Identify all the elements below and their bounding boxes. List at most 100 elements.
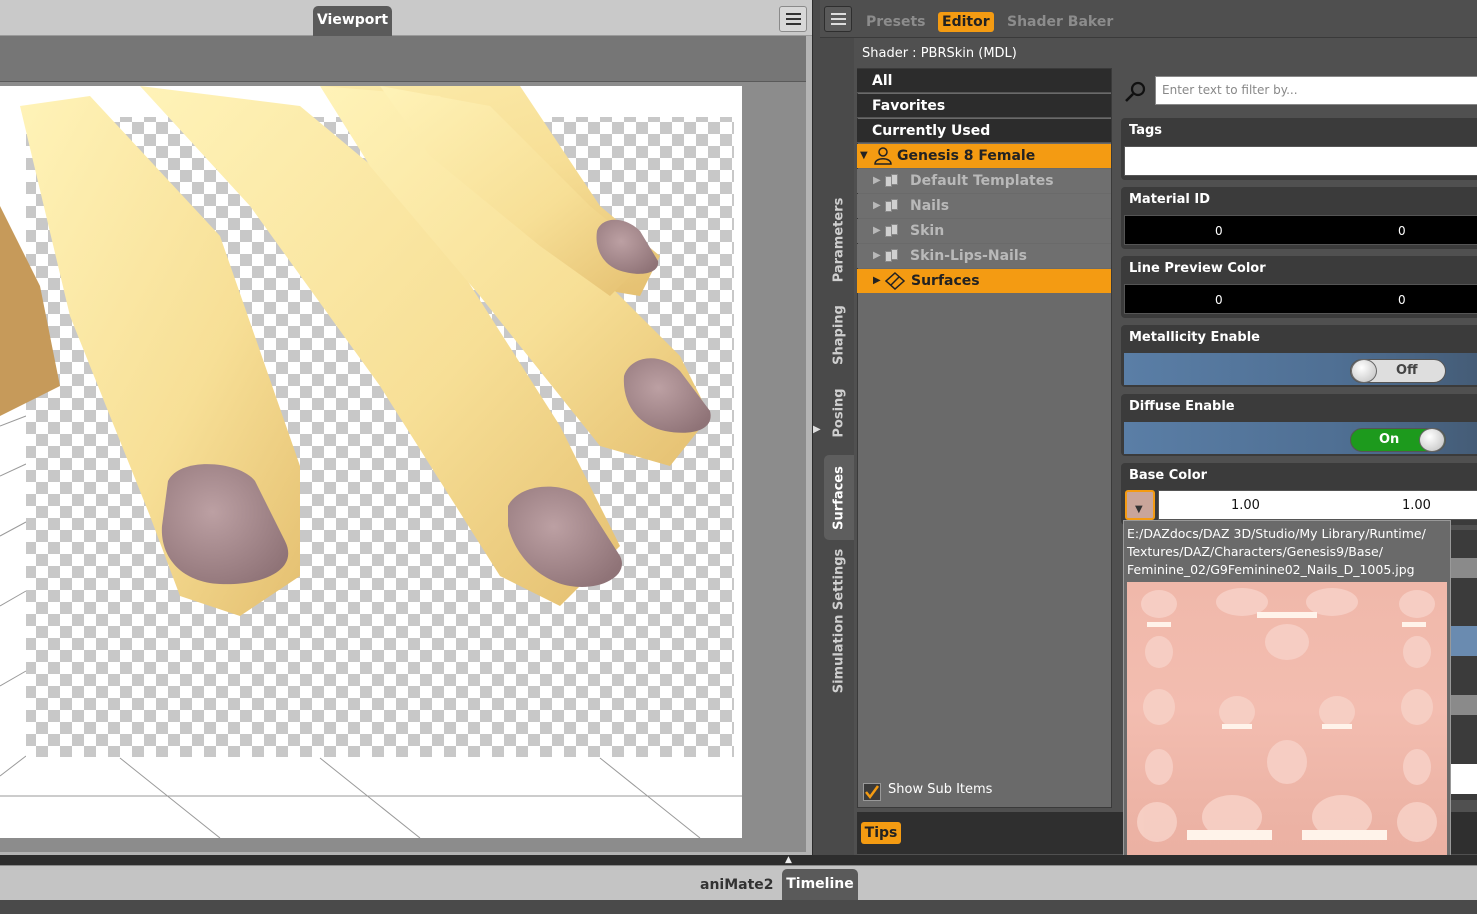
property-material-id: Material ID 0 0 bbox=[1121, 187, 1477, 249]
line-preview-color-field[interactable]: 0 0 bbox=[1124, 284, 1477, 314]
tree-item-favorites[interactable]: Favorites bbox=[857, 94, 1111, 118]
surfaces-menu-button[interactable] bbox=[824, 6, 852, 32]
expanded-arrow-icon[interactable]: ▼ bbox=[860, 144, 868, 168]
collapse-arrow-icon[interactable]: ▶ bbox=[813, 424, 821, 435]
property-label: Line Preview Color bbox=[1129, 261, 1266, 276]
toggle-state: On bbox=[1379, 432, 1400, 447]
footer-bar bbox=[0, 900, 1477, 914]
diffuse-toggle[interactable]: On bbox=[1350, 428, 1446, 452]
tree-item-label: Default Templates bbox=[910, 173, 1054, 189]
tab-timeline[interactable]: Timeline bbox=[782, 869, 858, 900]
base-color-swatch[interactable]: ▼ bbox=[1125, 490, 1155, 520]
tab-posing-label: Posing bbox=[831, 388, 847, 438]
collapsed-arrow-icon[interactable]: ▶ bbox=[873, 194, 881, 218]
tab-editor[interactable]: Editor bbox=[938, 12, 994, 32]
template-icon bbox=[885, 199, 901, 213]
tab-surfaces-label: Surfaces bbox=[831, 465, 847, 530]
collapsed-arrow-icon[interactable]: ▶ bbox=[873, 269, 881, 293]
menu-icon-line bbox=[786, 23, 801, 25]
dropdown-arrow-icon: ▼ bbox=[1135, 504, 1143, 515]
tab-posing[interactable]: Posing bbox=[824, 380, 854, 446]
tab-surfaces[interactable]: Surfaces bbox=[824, 455, 854, 540]
menu-icon bbox=[786, 13, 801, 15]
tab-presets[interactable]: Presets bbox=[866, 12, 926, 32]
viewport-toolbar bbox=[0, 36, 806, 82]
collapsed-arrow-icon[interactable]: ▶ bbox=[873, 219, 881, 243]
field-value: 0 bbox=[1215, 224, 1223, 238]
texture-preview-image bbox=[1127, 582, 1447, 901]
tab-animate2[interactable]: aniMate2 bbox=[700, 877, 774, 893]
tab-shaping[interactable]: Shaping bbox=[824, 300, 854, 370]
tree-item-label: Genesis 8 Female bbox=[897, 148, 1036, 164]
tree-item-label: Nails bbox=[910, 198, 950, 214]
property-metallicity-enable: Metallicity Enable Off bbox=[1121, 325, 1477, 387]
figure-icon bbox=[874, 147, 892, 165]
tree-item-surfaces[interactable]: ▶ Surfaces bbox=[857, 269, 1111, 293]
collapsed-arrow-icon[interactable]: ▶ bbox=[873, 244, 881, 268]
template-icon bbox=[885, 249, 901, 263]
texture-path-line: Feminine_02/G9Feminine02_Nails_D_1005.jp… bbox=[1127, 562, 1415, 577]
tree-item-skin-lips-nails[interactable]: ▶ Skin-Lips-Nails bbox=[857, 244, 1111, 268]
expand-up-icon[interactable]: ▲ bbox=[785, 855, 792, 865]
menu-icon bbox=[831, 13, 846, 15]
tree-item-nails[interactable]: ▶ Nails bbox=[857, 194, 1111, 218]
property-label: Diffuse Enable bbox=[1129, 399, 1235, 414]
bottom-separator bbox=[0, 855, 1477, 865]
toggle-knob bbox=[1419, 428, 1445, 452]
field-value: 1.00 bbox=[1402, 498, 1431, 513]
field-value: 0 bbox=[1398, 293, 1406, 307]
tab-viewport[interactable]: Viewport bbox=[313, 6, 392, 36]
field-value: 1.00 bbox=[1231, 498, 1260, 513]
tab-simulation-settings[interactable]: Simulation Settings bbox=[824, 548, 854, 693]
property-label: Material ID bbox=[1129, 192, 1210, 207]
viewport-tabstrip bbox=[0, 0, 812, 36]
show-sub-items-label: Show Sub Items bbox=[888, 782, 993, 797]
tips-button[interactable]: Tips bbox=[861, 822, 901, 844]
property-label: Tags bbox=[1129, 123, 1163, 138]
diffuse-row: On bbox=[1124, 422, 1477, 454]
checkmark-icon bbox=[865, 785, 880, 800]
menu-icon-line bbox=[786, 18, 801, 20]
tab-shaping-label: Shaping bbox=[831, 305, 847, 365]
metallicity-row: Off bbox=[1124, 353, 1477, 385]
tree-item-all[interactable]: All bbox=[857, 69, 1111, 93]
metallicity-toggle[interactable]: Off bbox=[1350, 359, 1446, 383]
field-value: 0 bbox=[1215, 293, 1223, 307]
texture-path-line: Textures/DAZ/Characters/Genesis9/Base/ bbox=[1127, 544, 1383, 559]
hidden-properties bbox=[1451, 530, 1477, 800]
property-label: Base Color bbox=[1129, 468, 1208, 483]
tree-item-default-templates[interactable]: ▶ Default Templates bbox=[857, 169, 1111, 193]
toggle-knob bbox=[1351, 359, 1377, 383]
toggle-state: Off bbox=[1396, 363, 1418, 378]
viewport-canvas[interactable] bbox=[0, 86, 742, 838]
show-sub-items-checkbox[interactable] bbox=[863, 783, 881, 801]
tab-parameters-label: Parameters bbox=[831, 197, 847, 283]
filter-input[interactable]: Enter text to filter by... bbox=[1155, 76, 1477, 105]
property-line-preview-color: Line Preview Color 0 0 bbox=[1121, 256, 1477, 318]
field-value: 0 bbox=[1398, 224, 1406, 238]
material-id-field[interactable]: 0 0 bbox=[1124, 215, 1477, 245]
surfaces-icon bbox=[885, 272, 905, 290]
search-icon bbox=[1125, 81, 1146, 102]
base-color-field[interactable]: 1.00 1.00 bbox=[1158, 490, 1477, 520]
menu-icon-line bbox=[831, 23, 846, 25]
tree-item-label: Surfaces bbox=[911, 273, 980, 289]
tags-field[interactable] bbox=[1124, 146, 1477, 176]
property-label: Metallicity Enable bbox=[1129, 330, 1260, 345]
shader-label: Shader : PBRSkin (MDL) bbox=[862, 46, 1017, 61]
property-diffuse-enable: Diffuse Enable On bbox=[1121, 394, 1477, 456]
nail-texture bbox=[1127, 588, 1447, 893]
template-icon bbox=[885, 224, 901, 238]
tree-item-skin[interactable]: ▶ Skin bbox=[857, 219, 1111, 243]
viewport-menu-button[interactable] bbox=[779, 6, 807, 32]
collapsed-arrow-icon[interactable]: ▶ bbox=[873, 169, 881, 193]
tab-shader-baker[interactable]: Shader Baker bbox=[1007, 12, 1113, 32]
texture-path: E:/DAZdocs/DAZ 3D/Studio/My Library/Runt… bbox=[1127, 525, 1447, 579]
tree-item-currently-used[interactable]: Currently Used bbox=[857, 119, 1111, 143]
tree-item-genesis-8-female[interactable]: ▼ Genesis 8 Female bbox=[857, 144, 1111, 168]
tab-parameters[interactable]: Parameters bbox=[824, 190, 854, 290]
menu-icon-line bbox=[831, 18, 846, 20]
tree-item-label: Skin-Lips-Nails bbox=[910, 248, 1027, 264]
template-icon bbox=[885, 174, 901, 188]
tab-simulation-label: Simulation Settings bbox=[831, 548, 847, 693]
